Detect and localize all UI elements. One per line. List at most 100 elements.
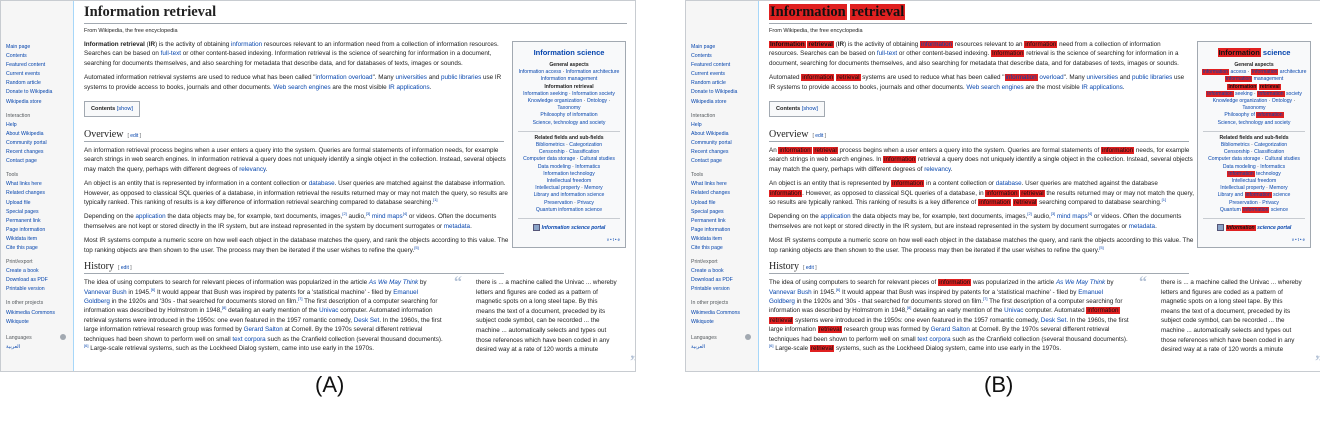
link[interactable]: universities	[1086, 74, 1118, 81]
sidebar-item-pdf[interactable]: Download as PDF	[6, 276, 71, 285]
portal-link[interactable]: Information science portal	[1200, 224, 1308, 232]
sidebar-item-about[interactable]: About Wikipedia	[691, 130, 756, 139]
link[interactable]: Library and	[1218, 192, 1245, 198]
link[interactable]: Ontology	[1272, 98, 1292, 104]
vte-links[interactable]: v • t • e	[1200, 236, 1308, 243]
sidebar-item-cite[interactable]: Cite this page	[691, 244, 756, 253]
link[interactable]: Information management	[541, 76, 598, 82]
link[interactable]: Desk Set	[354, 317, 380, 324]
gear-icon[interactable]	[745, 334, 751, 341]
sidebar-item-page-info[interactable]: Page information	[6, 226, 71, 235]
link[interactable]: information	[1243, 207, 1268, 213]
sidebar-item-contact[interactable]: Contact page	[691, 157, 756, 166]
link[interactable]: full-text	[877, 50, 897, 57]
link[interactable]: information	[1257, 112, 1282, 118]
link[interactable]: Quantum	[1220, 207, 1242, 213]
edit-label[interactable]: edit	[121, 265, 129, 271]
sidebar-item-current-events[interactable]: Current events	[691, 70, 756, 79]
link[interactable]: Information architecture	[566, 69, 620, 75]
link[interactable]: Information	[1203, 69, 1228, 75]
link[interactable]: Informatics	[575, 164, 600, 170]
link[interactable]: Information society	[572, 91, 615, 97]
link[interactable]: Intellectual property	[1220, 185, 1264, 191]
link[interactable]: Intellectual freedom	[547, 178, 591, 184]
link[interactable]: application	[135, 213, 165, 220]
link[interactable]: Vannevar Bush	[769, 289, 812, 296]
gear-icon[interactable]	[60, 334, 66, 341]
sidebar-item-help[interactable]: Help	[691, 121, 756, 130]
link[interactable]: Data modeling	[1223, 164, 1256, 170]
sidebar-item-main-page[interactable]: Main page	[691, 43, 756, 52]
sidebar-item-contact[interactable]: Contact page	[6, 157, 71, 166]
sidebar-item-featured[interactable]: Featured content	[6, 61, 71, 70]
sidebar-item-wikiquote[interactable]: Wikiquote	[691, 318, 756, 327]
link[interactable]: mind maps	[372, 213, 403, 220]
link[interactable]: IR applications	[388, 84, 429, 91]
sidebar-item-printable[interactable]: Printable version	[691, 285, 756, 294]
link[interactable]: Information	[1207, 91, 1232, 97]
link[interactable]: Memory	[1269, 185, 1287, 191]
edit-link[interactable]: [ edit ]	[118, 265, 132, 271]
link[interactable]: Emanuel Goldberg	[84, 289, 418, 305]
link[interactable]: information	[1246, 192, 1271, 198]
link[interactable]: Memory	[584, 185, 602, 191]
link[interactable]: Univac	[319, 307, 338, 314]
portal-label[interactable]: Information science portal	[542, 225, 606, 231]
sidebar-item-cite[interactable]: Cite this page	[6, 244, 71, 253]
toc-show-link[interactable]: [show]	[802, 106, 818, 112]
link[interactable]: As We May Think	[369, 279, 418, 286]
link[interactable]: Cultural studies	[580, 156, 615, 162]
sidebar-item-random[interactable]: Random article	[6, 79, 71, 88]
navbox-title-rest[interactable]: science	[1263, 48, 1291, 57]
sidebar-item-contents[interactable]: Contents	[6, 52, 71, 61]
link[interactable]: public libraries	[1132, 74, 1172, 81]
sidebar-item-pdf[interactable]: Download as PDF	[691, 276, 756, 285]
link[interactable]: society	[1285, 91, 1302, 97]
link[interactable]: Knowledge organization	[528, 98, 582, 104]
link[interactable]: As We May Think	[1056, 279, 1105, 286]
link[interactable]: database	[309, 180, 335, 187]
link[interactable]: full-text	[161, 50, 181, 57]
edit-link[interactable]: [ edit ]	[812, 133, 826, 139]
edit-label[interactable]: edit	[806, 265, 814, 271]
link[interactable]: Computer data storage	[523, 156, 575, 162]
sidebar-item-community[interactable]: Community portal	[6, 139, 71, 148]
sidebar-item-what-links[interactable]: What links here	[6, 180, 71, 189]
link[interactable]: universities	[395, 74, 427, 81]
link[interactable]: Univac	[1004, 307, 1023, 314]
link[interactable]: relevancy	[239, 166, 265, 173]
sidebar-item-help[interactable]: Help	[6, 121, 71, 130]
vte-links[interactable]: v • t • e	[515, 236, 623, 243]
link[interactable]: metadata	[444, 223, 470, 230]
edit-link[interactable]: [ edit ]	[127, 133, 141, 139]
link[interactable]: Categorization	[569, 142, 602, 148]
sidebar-item-printable[interactable]: Printable version	[6, 285, 71, 294]
sidebar-item-commons[interactable]: Wikimedia Commons	[691, 309, 756, 318]
link[interactable]: Science, technology and society	[1218, 120, 1291, 126]
sidebar-item-language[interactable]: العربية	[6, 343, 71, 352]
link[interactable]: information	[1006, 74, 1037, 81]
sidebar-item-recent[interactable]: Recent changes	[691, 148, 756, 157]
link[interactable]: Computer data storage	[1208, 156, 1260, 162]
link[interactable]: application	[820, 213, 850, 220]
sidebar-item-related[interactable]: Related changes	[691, 189, 756, 198]
link[interactable]: Privacy	[1262, 200, 1279, 206]
link[interactable]: information overload	[316, 74, 373, 81]
link[interactable]: Philosophy of	[1224, 112, 1256, 118]
link[interactable]: Knowledge organization	[1213, 98, 1267, 104]
link[interactable]: IR applications	[1081, 84, 1122, 91]
link[interactable]: Gerard Salton	[244, 326, 283, 333]
sidebar-item-permalink[interactable]: Permanent link	[6, 217, 71, 226]
sidebar-item-contents[interactable]: Contents	[691, 52, 756, 61]
link[interactable]: Cultural studies	[1265, 156, 1300, 162]
navbox-title[interactable]: Information science	[1200, 48, 1308, 57]
link[interactable]: Categorization	[1254, 142, 1287, 148]
link[interactable]: management	[1252, 76, 1284, 82]
link[interactable]: Information access	[519, 69, 562, 75]
link[interactable]: Web search engines	[966, 84, 1023, 91]
sidebar-item-wikidata[interactable]: Wikidata item	[6, 235, 71, 244]
link[interactable]: Data modeling	[538, 164, 571, 170]
sidebar-item-permalink[interactable]: Permanent link	[691, 217, 756, 226]
link[interactable]: Intellectual property	[535, 185, 579, 191]
link[interactable]: Information	[1258, 91, 1283, 97]
